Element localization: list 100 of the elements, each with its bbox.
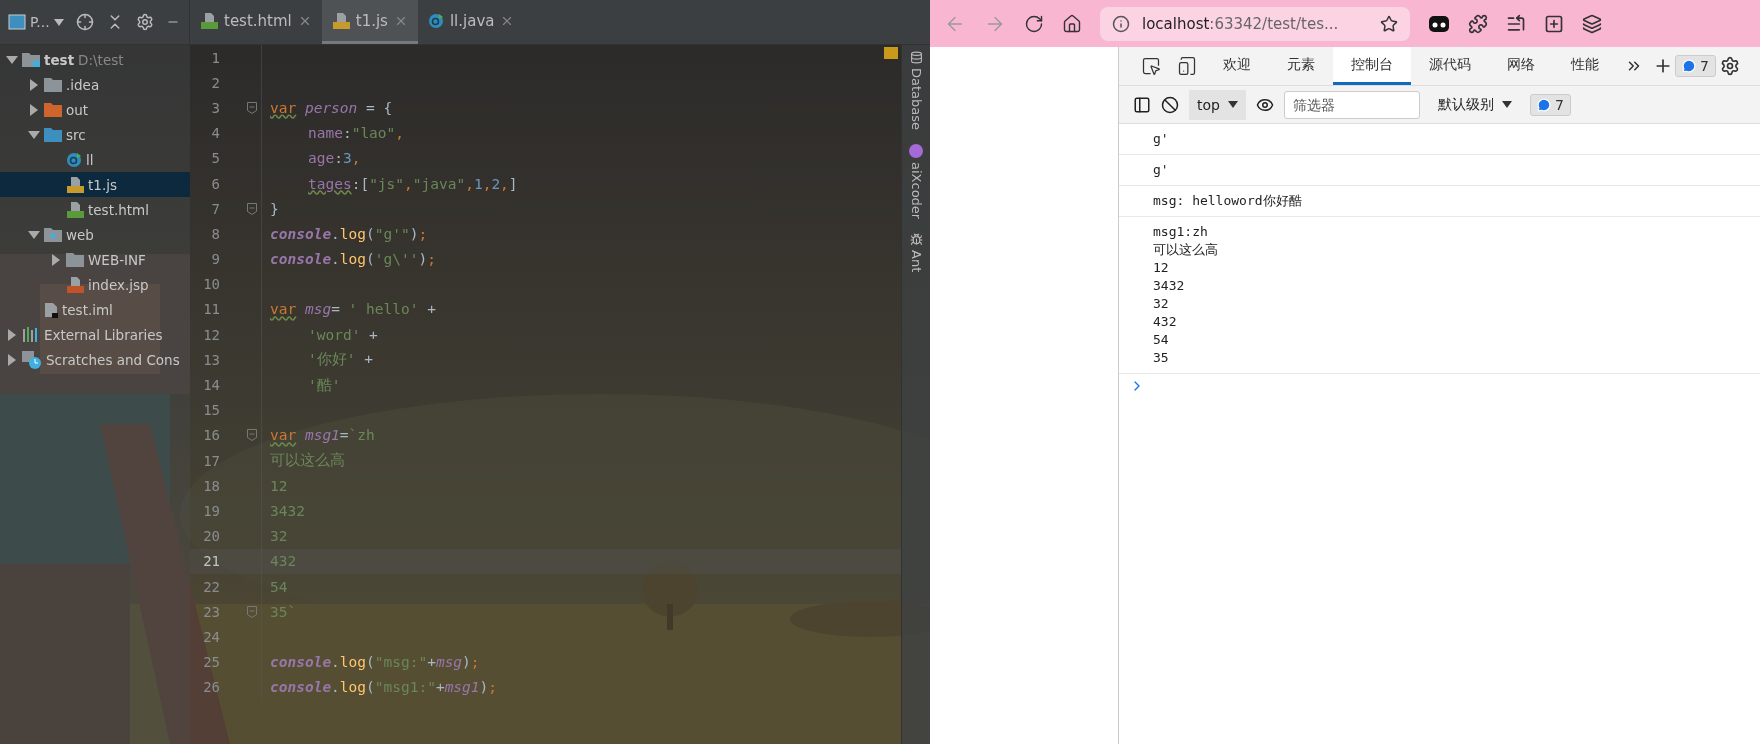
tool-window-button[interactable]: aiXcoder (908, 144, 924, 220)
project-view-dropdown[interactable]: P... (8, 14, 64, 30)
code-line: 3432 (270, 502, 305, 519)
line-number: 5 (210, 150, 220, 167)
devtools-tab[interactable]: 网络 (1489, 47, 1553, 85)
fold-icon[interactable] (247, 202, 257, 215)
puzzle-icon[interactable] (1468, 13, 1488, 34)
url-text: localhost:63342/test/tes... (1142, 14, 1340, 33)
sidebar-icon[interactable] (1133, 95, 1151, 114)
tree-item-label[interactable]: test.iml (62, 301, 113, 318)
tree-item-label[interactable]: t1.js (88, 176, 117, 193)
settings-icon[interactable] (1719, 56, 1740, 76)
address-bar[interactable]: localhost:63342/test/tes... (1100, 6, 1410, 41)
code-line: name:"lao", (307, 125, 405, 142)
tool-window-button[interactable]: Ant (908, 233, 924, 273)
line-number: 9 (210, 251, 220, 268)
code-line: '酷' (307, 375, 341, 395)
editor-tab[interactable]: t1.js (321, 0, 418, 44)
tree-item-label[interactable]: web (66, 226, 94, 243)
line-number: 10 (202, 276, 220, 293)
tree-item-label[interactable]: External Libraries (44, 326, 163, 343)
message-icon (1682, 59, 1696, 73)
line-number: 16 (202, 427, 220, 444)
editor-tab[interactable]: ll.java (417, 0, 525, 44)
editor-tab[interactable]: test.html (190, 0, 322, 44)
folder-icon (22, 52, 40, 67)
extension-icon[interactable] (1428, 14, 1450, 33)
caret-icon (1501, 101, 1512, 108)
tree-item-label[interactable]: test.html (88, 201, 149, 218)
line-number: 19 (202, 502, 220, 519)
devtools-tab[interactable]: 欢迎 (1205, 47, 1269, 85)
code-line: console.log("msg1:"+msg1); (270, 679, 497, 696)
inspect-icon[interactable] (1141, 56, 1161, 76)
code-line: 35` (270, 603, 297, 620)
code-line: 432 (270, 553, 297, 570)
collapsed-arrow-icon[interactable] (28, 78, 40, 91)
devtools-tab[interactable]: 元素 (1269, 47, 1333, 85)
info-icon[interactable] (1112, 14, 1130, 33)
file-icon (200, 12, 218, 29)
tabs-icon[interactable] (1582, 13, 1602, 34)
clear-console-icon[interactable] (1161, 95, 1179, 114)
tree-item-label[interactable]: index.jsp (88, 276, 149, 293)
issues-badge[interactable]: 7 (1675, 55, 1716, 77)
folder-icon (44, 227, 62, 242)
favorite-icon[interactable] (1380, 14, 1398, 33)
device-icon[interactable] (1177, 56, 1197, 76)
project-path: D:\test (78, 51, 124, 68)
line-number: 7 (210, 200, 220, 217)
code-line: 可以这么高 (270, 451, 345, 471)
locate-icon[interactable] (75, 13, 94, 31)
tree-item-label[interactable]: out (66, 101, 89, 118)
fold-icon[interactable] (247, 429, 257, 442)
code-line: age:3, (307, 150, 361, 167)
favorites-list-icon[interactable] (1506, 13, 1526, 34)
collapsed-arrow-icon[interactable] (28, 103, 40, 116)
line-number: 25 (202, 654, 220, 671)
home-icon[interactable] (1062, 13, 1082, 34)
devtools-tab[interactable]: 控制台 (1333, 47, 1411, 85)
expanded-arrow-icon[interactable] (6, 53, 18, 66)
line-number: 1 (210, 49, 220, 66)
collapsed-arrow-icon[interactable] (50, 253, 62, 266)
line-number: 23 (202, 603, 220, 620)
fold-icon[interactable] (247, 101, 257, 114)
tree-item-label[interactable]: test (44, 51, 75, 68)
code-line: console.log("g'"); (270, 225, 428, 242)
caret-icon (53, 18, 64, 26)
tree-item-label[interactable]: WEB-INF (88, 251, 146, 268)
tree-item-label[interactable]: src (66, 126, 86, 143)
expanded-arrow-icon[interactable] (28, 228, 40, 241)
messages-badge[interactable]: 7 (1529, 93, 1571, 116)
settings-icon[interactable] (135, 13, 154, 31)
database-icon (909, 51, 923, 64)
libraries-icon (22, 327, 40, 342)
line-number: 14 (202, 377, 220, 394)
expanded-arrow-icon[interactable] (28, 128, 40, 141)
code-line: 12 (270, 477, 288, 494)
line-number: 3 (210, 99, 220, 116)
folder-icon (44, 127, 62, 142)
refresh-icon[interactable] (1024, 13, 1044, 34)
code-line: console.log("msg:"+msg); (270, 654, 480, 671)
console-message: g' (1152, 130, 1170, 148)
log-level-dropdown[interactable]: 默认级别 (1429, 89, 1520, 120)
collapsed-arrow-icon[interactable] (6, 328, 18, 341)
message-icon (1536, 97, 1551, 112)
collections-icon[interactable] (1544, 13, 1564, 34)
code-line: var person = { (270, 99, 393, 116)
collapsed-arrow-icon[interactable] (6, 353, 18, 366)
code-line: 32 (270, 528, 288, 545)
code-line: console.log('g\''); (270, 251, 436, 268)
line-number: 2 (210, 74, 220, 91)
tree-item-label[interactable]: Scratches and Cons (46, 351, 180, 368)
filter-field[interactable]: 筛选器 (1283, 90, 1420, 119)
tool-window-button[interactable]: Database (908, 51, 924, 131)
devtools-tab[interactable]: 性能 (1553, 47, 1617, 85)
tree-item-label[interactable]: .idea (66, 76, 100, 93)
devtools-tab[interactable]: 源代码 (1411, 47, 1489, 85)
context-dropdown[interactable]: top (1189, 89, 1246, 120)
warning-marker[interactable] (884, 47, 898, 59)
line-number: 17 (202, 452, 220, 469)
tree-item-label[interactable]: ll (86, 151, 94, 168)
